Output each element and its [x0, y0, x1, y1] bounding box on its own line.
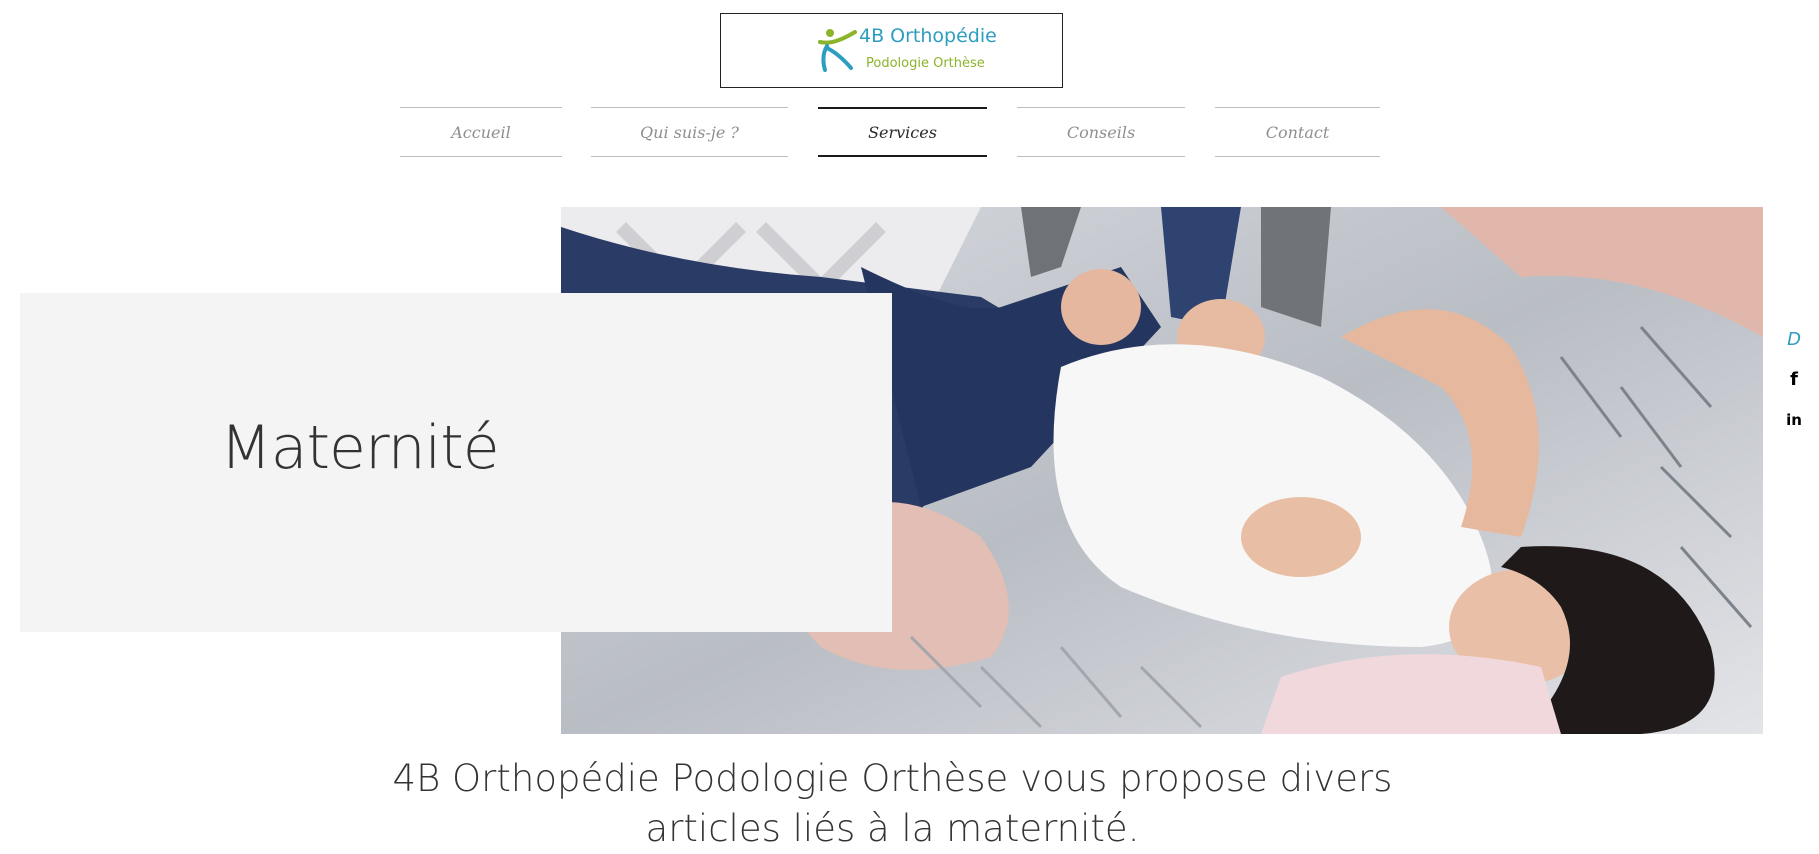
- intro-text: 4B Orthopédie Podologie Orthèse vous pro…: [392, 757, 1393, 850]
- logo-title: 4B Orthopédie: [859, 25, 997, 47]
- nav-item-qui-suis-je[interactable]: Qui suis-je ?: [591, 107, 788, 157]
- logo-figure-icon: [818, 29, 857, 72]
- site-logo[interactable]: 4B Orthopédie Podologie Orthèse: [720, 13, 1063, 88]
- nav-item-services[interactable]: Services: [818, 107, 987, 157]
- page-title: Maternité: [220, 413, 500, 483]
- hero-title-panel: Maternité: [20, 293, 892, 632]
- nav-item-contact[interactable]: Contact: [1215, 107, 1380, 157]
- nav-item-conseils[interactable]: Conseils: [1017, 107, 1185, 157]
- logo-subtitle: Podologie Orthèse: [866, 56, 985, 71]
- social-bar: D f in: [1782, 328, 1810, 448]
- main-navigation: Accueil Qui suis-je ? Services Conseils …: [0, 107, 1819, 159]
- facebook-icon[interactable]: f: [1782, 368, 1806, 392]
- nav-item-accueil[interactable]: Accueil: [400, 107, 562, 157]
- linkedin-icon[interactable]: in: [1782, 408, 1806, 432]
- podologue-icon[interactable]: D: [1782, 328, 1806, 352]
